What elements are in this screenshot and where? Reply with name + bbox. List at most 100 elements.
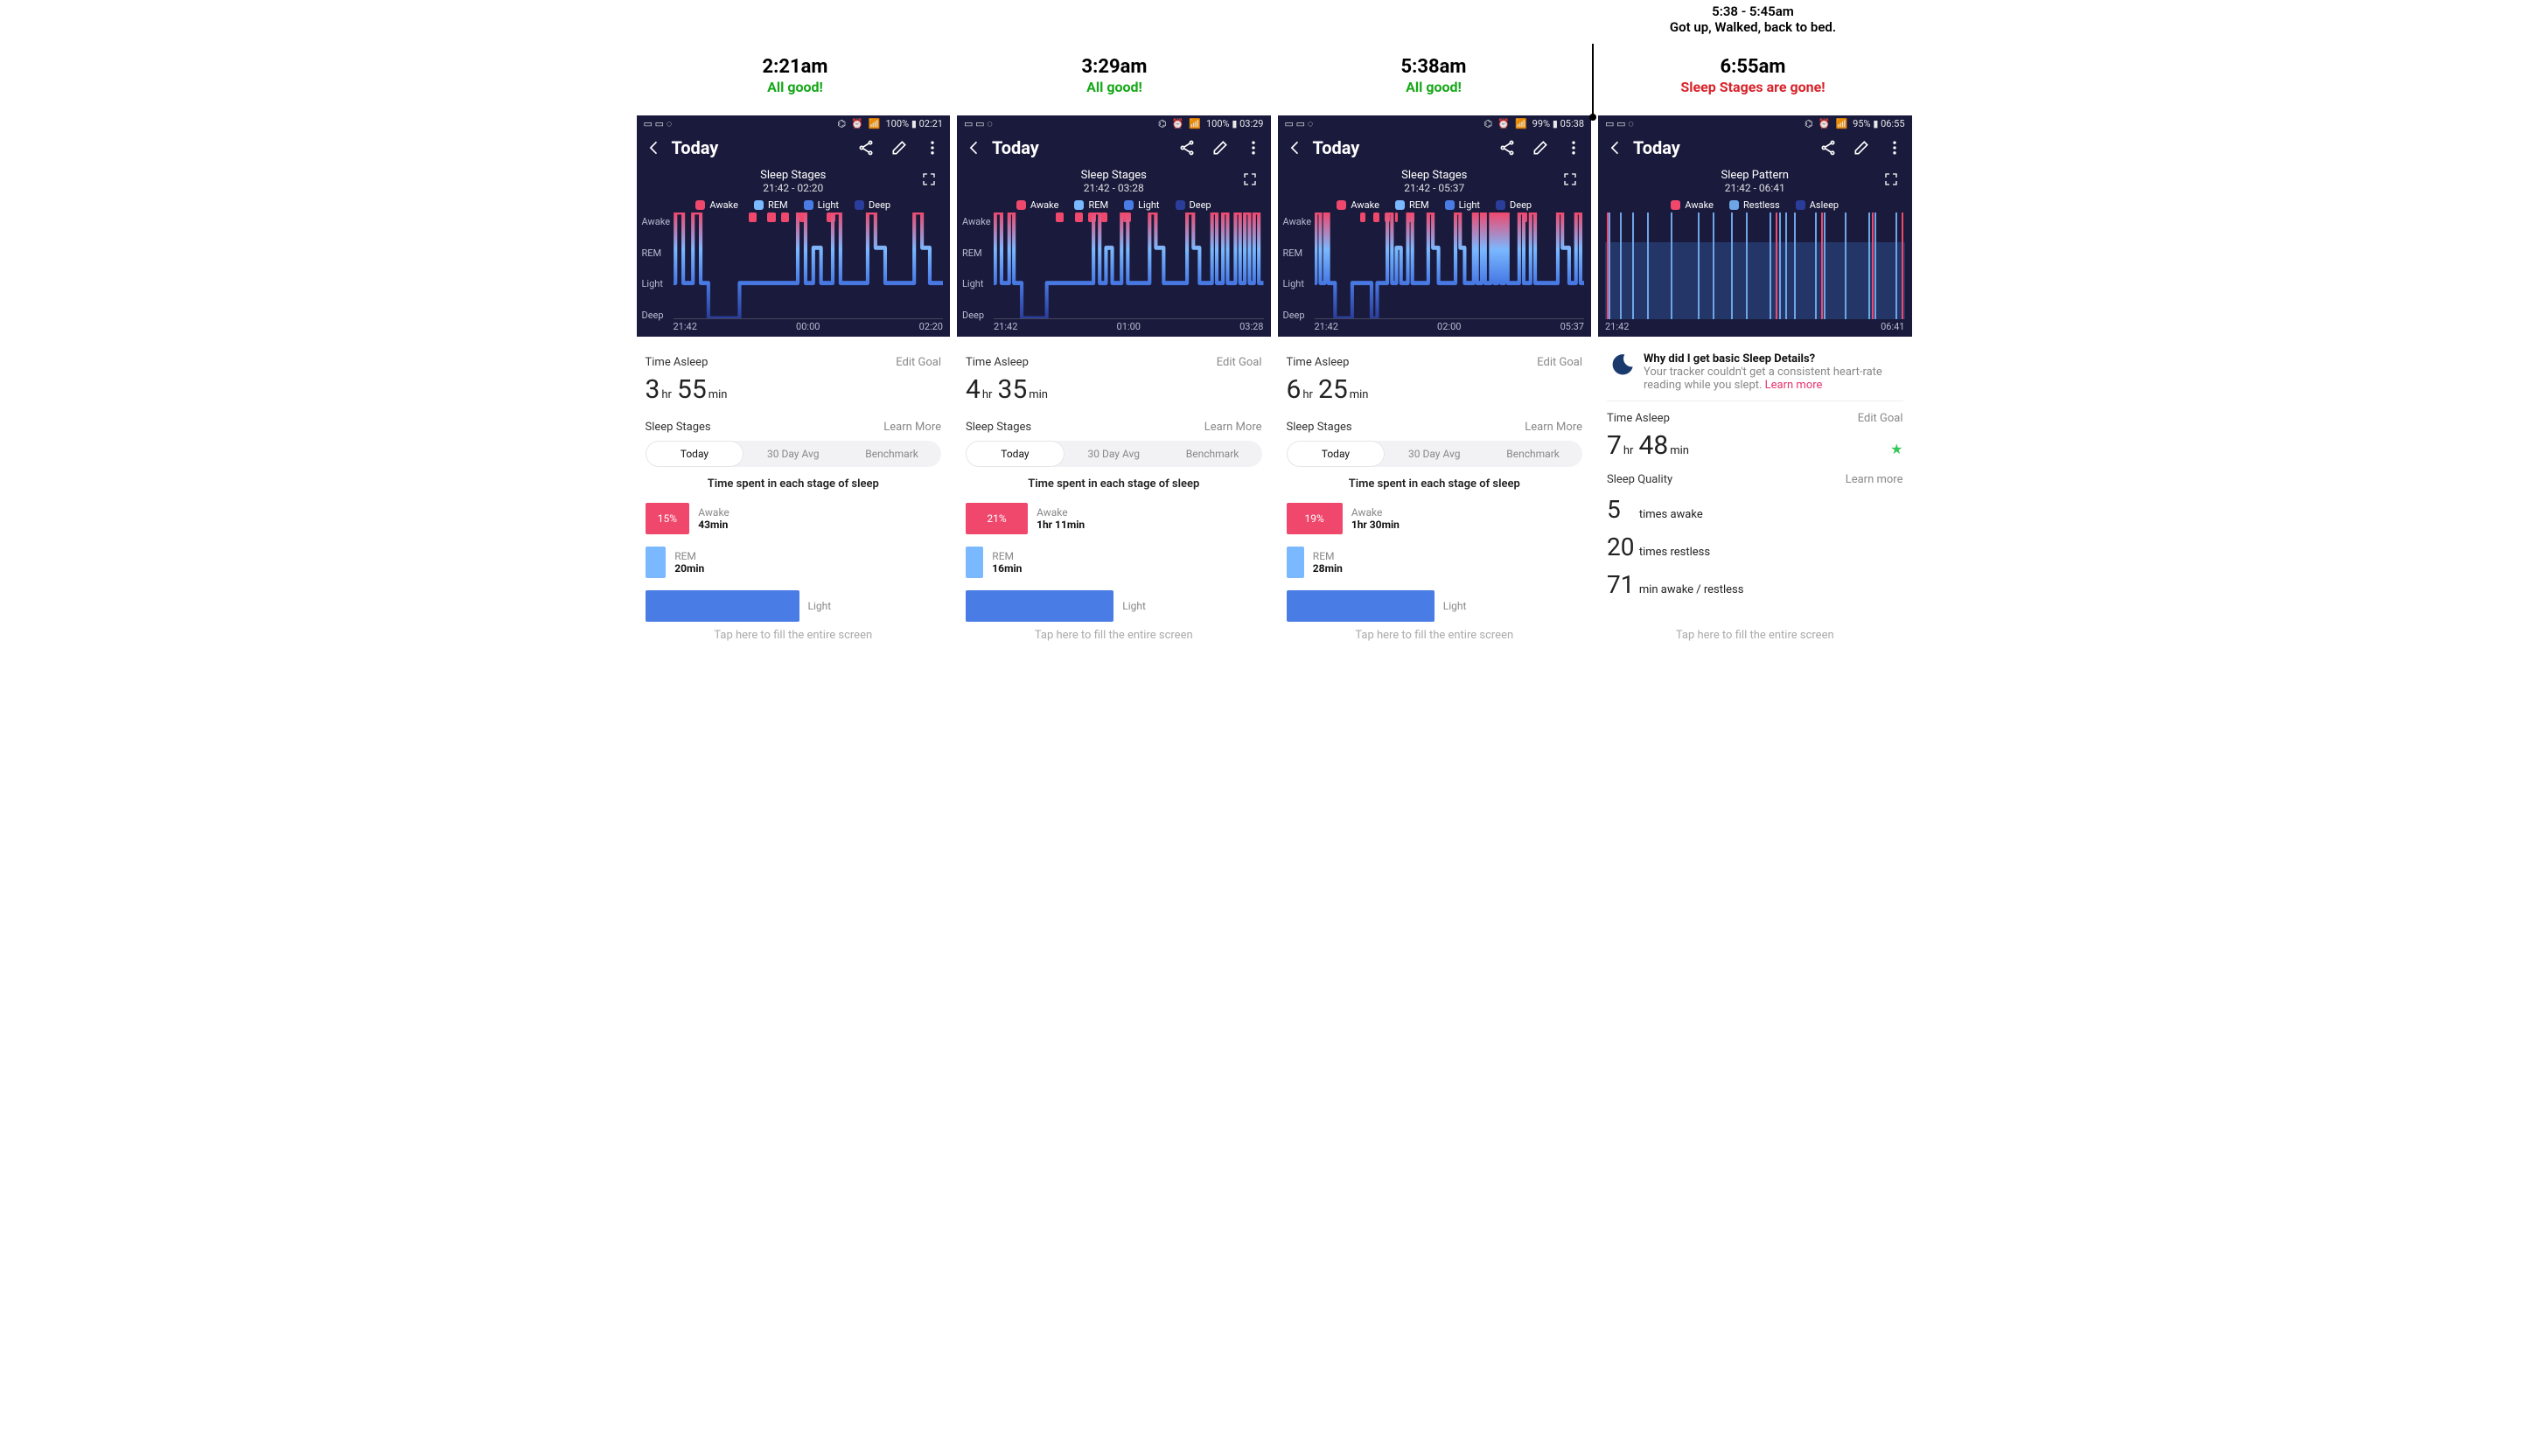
moon-icon — [1610, 352, 1635, 377]
phone-screenshot: ▭ ▭ ◌ ⌬⏰📶99% ▮ 05:38 Today Sleep Stages … — [1278, 115, 1592, 649]
more-icon[interactable] — [1245, 139, 1262, 157]
tap-fill-hint[interactable]: Tap here to fill the entire screen — [1607, 622, 1903, 649]
phone-screenshot: ▭ ▭ ◌ ⌬⏰📶95% ▮ 06:55 Today Sleep Pattern… — [1598, 115, 1912, 649]
notice-learn-more-link[interactable]: Learn more — [1765, 379, 1823, 392]
more-icon[interactable] — [924, 139, 941, 157]
x-axis-tick: 21:42 — [1605, 321, 1629, 332]
page-title: Today — [1313, 137, 1490, 158]
x-axis-tick: 21:42 — [674, 321, 697, 332]
status-bar: ▭ ▭ ◌ ⌬⏰📶99% ▮ 05:38 — [1278, 115, 1592, 132]
learn-more-link[interactable]: Learn More — [883, 421, 941, 434]
learn-more-link[interactable]: Learn more — [1846, 473, 1903, 486]
sleep-stages-label: Sleep Stages — [646, 421, 711, 434]
expand-icon[interactable] — [1241, 171, 1259, 188]
edit-icon[interactable] — [1532, 139, 1549, 157]
x-axis-tick: 01:00 — [1117, 321, 1141, 332]
back-icon[interactable] — [646, 139, 663, 157]
chart-range: 21:42 - 06:41 — [1598, 182, 1912, 194]
edit-icon[interactable] — [1211, 139, 1229, 157]
y-axis-label: REM — [642, 247, 671, 259]
tap-fill-hint[interactable]: Tap here to fill the entire screen — [966, 622, 1262, 649]
sleep-quality-row: 5 times awake — [1607, 495, 1903, 524]
annotation-status: All good! — [1274, 79, 1594, 95]
phone-screenshot: ▭ ▭ ◌ ⌬⏰📶100% ▮ 03:29 Today Sleep Stages… — [957, 115, 1271, 649]
sleep-quality-row: 20 times restless — [1607, 533, 1903, 561]
chart-range: 21:42 - 02:20 — [637, 182, 951, 194]
tab-today[interactable]: Today — [966, 441, 1065, 467]
time-asleep-label: Time Asleep — [966, 356, 1029, 369]
bluetooth-icon: ⌬ — [1805, 118, 1813, 129]
page-title: Today — [1633, 137, 1811, 158]
learn-more-link[interactable]: Learn More — [1525, 421, 1582, 434]
x-axis-tick: 03:28 — [1239, 321, 1263, 332]
battery-status: 95% ▮ 06:55 — [1853, 118, 1904, 129]
share-icon[interactable] — [1498, 139, 1516, 157]
learn-more-link[interactable]: Learn More — [1204, 421, 1262, 434]
segmented-control[interactable]: Today30 Day AvgBenchmark — [966, 441, 1262, 467]
bluetooth-icon: ⌬ — [1484, 118, 1493, 129]
expand-icon[interactable] — [920, 171, 938, 188]
chart-title: Sleep Stages — [637, 169, 951, 182]
tap-fill-hint[interactable]: Tap here to fill the entire screen — [646, 622, 942, 649]
back-icon[interactable] — [1287, 139, 1304, 157]
legend-item: Light — [1124, 199, 1159, 211]
tab-30 day avg[interactable]: 30 Day Avg — [1065, 441, 1163, 467]
annotation-time: 5:38am — [1274, 56, 1594, 79]
legend-item: Light — [804, 199, 839, 211]
signal-icon: 📶 — [1189, 118, 1201, 129]
tab-today[interactable]: Today — [1287, 441, 1386, 467]
tab-benchmark[interactable]: Benchmark — [842, 441, 941, 467]
chart-range: 21:42 - 05:37 — [1278, 182, 1592, 194]
time-asleep-label: Time Asleep — [646, 356, 709, 369]
share-icon[interactable] — [857, 139, 875, 157]
edit-goal-link[interactable]: Edit Goal — [1858, 412, 1903, 425]
legend-item: Deep — [1176, 199, 1211, 211]
tab-benchmark[interactable]: Benchmark — [1483, 441, 1582, 467]
x-axis-tick: 02:00 — [1437, 321, 1461, 332]
legend-item: Awake — [1337, 199, 1379, 211]
alarm-icon: ⏰ — [1497, 118, 1510, 129]
tab-benchmark[interactable]: Benchmark — [1163, 441, 1262, 467]
stage-row: REM16min — [966, 547, 1262, 578]
stage-row: Light — [646, 590, 942, 622]
segmented-control[interactable]: Today30 Day AvgBenchmark — [1287, 441, 1583, 467]
y-axis-label: Awake — [642, 216, 671, 227]
edit-goal-link[interactable]: Edit Goal — [1537, 356, 1582, 369]
back-icon[interactable] — [966, 139, 983, 157]
y-axis-label: REM — [1283, 247, 1312, 259]
segmented-control[interactable]: Today30 Day AvgBenchmark — [646, 441, 942, 467]
legend-item: REM — [1074, 199, 1108, 211]
y-axis-label: Deep — [1283, 310, 1312, 321]
edit-goal-link[interactable]: Edit Goal — [1217, 356, 1262, 369]
annotation-time: 6:55am — [1594, 56, 1913, 79]
y-axis-label: Deep — [962, 310, 991, 321]
share-icon[interactable] — [1178, 139, 1196, 157]
y-axis-label: Deep — [642, 310, 671, 321]
edit-icon[interactable] — [1853, 139, 1870, 157]
tab-today[interactable]: Today — [646, 441, 744, 467]
tab-30 day avg[interactable]: 30 Day Avg — [1385, 441, 1483, 467]
back-icon[interactable] — [1607, 139, 1624, 157]
notice-detail: Your tracker couldn't get a consistent h… — [1644, 366, 1882, 392]
edit-icon[interactable] — [890, 139, 908, 157]
expand-icon[interactable] — [1882, 171, 1900, 188]
more-icon[interactable] — [1565, 139, 1582, 157]
sleep-stages-label: Sleep Stages — [1287, 421, 1352, 434]
tab-30 day avg[interactable]: 30 Day Avg — [743, 441, 842, 467]
share-icon[interactable] — [1819, 139, 1837, 157]
annotation-time: 2:21am — [636, 56, 955, 79]
time-asleep-value: 3hr55min — [646, 374, 942, 405]
y-axis-label: Light — [1283, 278, 1312, 289]
battery-status: 99% ▮ 05:38 — [1532, 118, 1584, 129]
stages-caption: Time spent in each stage of sleep — [1287, 477, 1583, 491]
y-axis-label: REM — [962, 247, 991, 259]
annotation-time: 3:29am — [955, 56, 1274, 79]
expand-icon[interactable] — [1561, 171, 1579, 188]
legend-item: Awake — [1671, 199, 1714, 211]
sleep-quality-row: 71 min awake / restless — [1607, 570, 1903, 599]
page-title: Today — [672, 137, 849, 158]
tap-fill-hint[interactable]: Tap here to fill the entire screen — [1287, 622, 1583, 649]
stage-row: REM28min — [1287, 547, 1583, 578]
more-icon[interactable] — [1886, 139, 1903, 157]
edit-goal-link[interactable]: Edit Goal — [896, 356, 941, 369]
